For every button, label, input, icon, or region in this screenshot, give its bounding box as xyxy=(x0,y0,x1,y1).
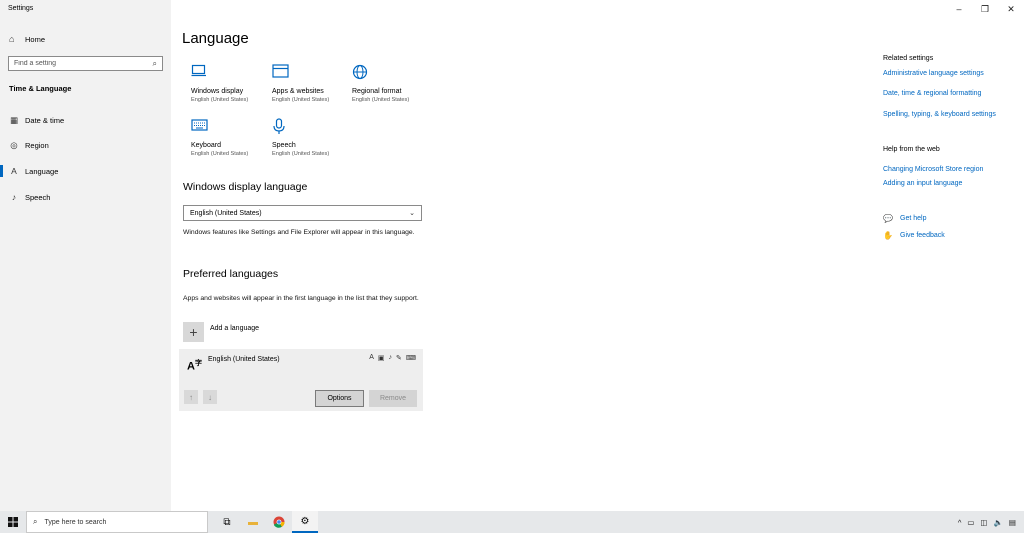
tile-subtitle: English (United States) xyxy=(352,97,410,103)
language-features: A ▣ ♪ ✎ ⌨ xyxy=(369,354,416,362)
task-view-icon[interactable]: ⧉ xyxy=(214,511,240,533)
tile-title: Windows display xyxy=(191,88,244,95)
network-icon[interactable]: ◫ xyxy=(980,518,987,527)
display-language-heading: Windows display language xyxy=(183,181,308,193)
tile-title: Regional format xyxy=(352,88,402,95)
sidebar-item-region[interactable]: ◎ Region xyxy=(0,136,171,154)
sidebar-item-label: Date & time xyxy=(25,115,65,125)
monitor-icon xyxy=(191,64,271,82)
microphone-icon xyxy=(272,118,352,136)
preferred-languages-heading: Preferred languages xyxy=(183,268,279,280)
find-setting-search[interactable]: ⌕ xyxy=(8,56,163,71)
add-language-label: Add a language xyxy=(210,324,260,332)
changing-store-region-link[interactable]: Changing Microsoft Store region xyxy=(883,166,983,173)
language-list-item[interactable]: A字 English (United States) A ▣ ♪ ✎ ⌨ ↑ ↓… xyxy=(179,349,423,411)
sidebar: Settings ⌂ Home ⌕ Time & Language ▦ Date… xyxy=(0,0,171,511)
settings-window: Settings ⌂ Home ⌕ Time & Language ▦ Date… xyxy=(0,0,1024,511)
dropdown-value: English (United States) xyxy=(190,209,262,217)
section-title: Time & Language xyxy=(9,84,72,93)
file-explorer-icon[interactable]: ▬ xyxy=(240,511,266,533)
language-icon: A xyxy=(11,166,17,176)
sidebar-item-label: Language xyxy=(25,166,59,176)
get-help-link[interactable]: 💬 Get help xyxy=(883,214,926,223)
tile-speech[interactable]: Speech English (United States) xyxy=(272,118,352,157)
display-language-description: Windows features like Settings and File … xyxy=(183,229,415,236)
adding-input-language-link[interactable]: Adding an input language xyxy=(883,180,962,187)
home-label: Home xyxy=(25,34,46,44)
tile-subtitle: English (United States) xyxy=(191,97,249,103)
options-button[interactable]: Options xyxy=(315,390,364,407)
page-title: Language xyxy=(182,30,249,47)
add-language-button[interactable]: + Add a language xyxy=(183,322,259,342)
language-glyph-icon: A字 xyxy=(187,360,202,373)
app-title: Settings xyxy=(8,5,34,12)
volume-icon[interactable]: 🔈 xyxy=(994,518,1003,527)
tile-subtitle: English (United States) xyxy=(191,151,249,157)
tile-title: Apps & websites xyxy=(272,88,324,95)
give-feedback-label: Give feedback xyxy=(900,232,945,239)
get-help-label: Get help xyxy=(900,215,927,222)
speech-recognition-feature-icon: ♪ xyxy=(388,354,393,361)
chrome-icon[interactable] xyxy=(266,511,292,533)
chat-help-icon: 💬 xyxy=(883,214,893,223)
typing-feature-icon: ⌨ xyxy=(405,355,416,362)
globe-icon xyxy=(352,64,432,82)
chevron-down-icon: ⌄ xyxy=(409,210,415,217)
tile-subtitle: English (United States) xyxy=(272,97,330,103)
related-settings-heading: Related settings xyxy=(883,55,934,62)
handwriting-feature-icon: ✎ xyxy=(396,355,402,362)
language-name: English (United States) xyxy=(208,356,280,363)
feedback-icon: ✋ xyxy=(883,231,893,240)
preferred-languages-description: Apps and websites will appear in the fir… xyxy=(183,295,419,302)
tile-windows-display[interactable]: Windows display English (United States) xyxy=(191,64,271,103)
display-language-feature-icon: A xyxy=(369,354,374,361)
sidebar-item-label: Region xyxy=(25,140,49,150)
tile-keyboard[interactable]: Keyboard English (United States) xyxy=(191,118,271,157)
text-to-speech-feature-icon: ▣ xyxy=(377,355,385,362)
give-feedback-link[interactable]: ✋ Give feedback xyxy=(883,231,945,240)
tile-regional-format[interactable]: Regional format English (United States) xyxy=(352,64,432,103)
tile-title: Speech xyxy=(272,142,296,149)
sidebar-item-label: Speech xyxy=(25,192,51,202)
taskbar-search[interactable]: ⌕ Type here to search xyxy=(26,511,208,533)
keyboard-icon xyxy=(191,118,271,136)
search-icon: ⌕ xyxy=(33,517,38,526)
globe-icon: ◎ xyxy=(10,139,18,150)
notification-icon[interactable]: ▤ xyxy=(1009,518,1016,527)
move-down-button[interactable]: ↓ xyxy=(203,390,217,404)
admin-language-settings-link[interactable]: Administrative language settings xyxy=(883,70,984,77)
taskbar: ⌕ Type here to search ⧉ ▬ ⚙ ^ ▭ ◫ 🔈 ▤ xyxy=(0,511,1024,533)
calendar-icon: ▦ xyxy=(9,114,19,125)
app-window-icon xyxy=(272,64,352,82)
close-button[interactable]: ✕ xyxy=(998,0,1024,18)
minimize-button[interactable]: – xyxy=(946,0,972,18)
search-icon: ⌕ xyxy=(152,58,157,68)
remove-button[interactable]: Remove xyxy=(369,390,417,407)
start-button[interactable] xyxy=(0,511,26,533)
windows-logo-icon xyxy=(8,517,18,527)
date-time-formatting-link[interactable]: Date, time & regional formatting xyxy=(883,90,981,97)
search-input[interactable] xyxy=(14,60,153,67)
tile-apps-websites[interactable]: Apps & websites English (United States) xyxy=(272,64,352,103)
sidebar-item-language[interactable]: A Language xyxy=(0,162,171,180)
tile-title: Keyboard xyxy=(191,142,221,149)
maximize-button[interactable]: ❐ xyxy=(972,0,998,18)
taskbar-search-placeholder: Type here to search xyxy=(44,518,107,526)
system-tray: ^ ▭ ◫ 🔈 ▤ xyxy=(958,511,1016,533)
home-nav[interactable]: ⌂ Home xyxy=(9,34,45,44)
settings-gear-icon[interactable]: ⚙ xyxy=(292,511,318,533)
plus-icon: + xyxy=(183,322,204,342)
help-from-web-heading: Help from the web xyxy=(883,146,940,153)
sidebar-item-date-time[interactable]: ▦ Date & time xyxy=(0,111,171,129)
window-controls: – ❐ ✕ xyxy=(946,0,1024,18)
microphone-icon: ♪ xyxy=(11,192,17,202)
battery-icon[interactable]: ▭ xyxy=(967,518,974,527)
display-language-dropdown[interactable]: English (United States) ⌄ xyxy=(183,205,422,221)
chevron-up-icon[interactable]: ^ xyxy=(958,518,962,527)
tile-subtitle: English (United States) xyxy=(272,151,330,157)
move-up-button[interactable]: ↑ xyxy=(184,390,198,404)
sidebar-item-speech[interactable]: ♪ Speech xyxy=(0,188,171,206)
spelling-typing-keyboard-link[interactable]: Spelling, typing, & keyboard settings xyxy=(883,111,996,118)
home-icon: ⌂ xyxy=(9,34,15,44)
